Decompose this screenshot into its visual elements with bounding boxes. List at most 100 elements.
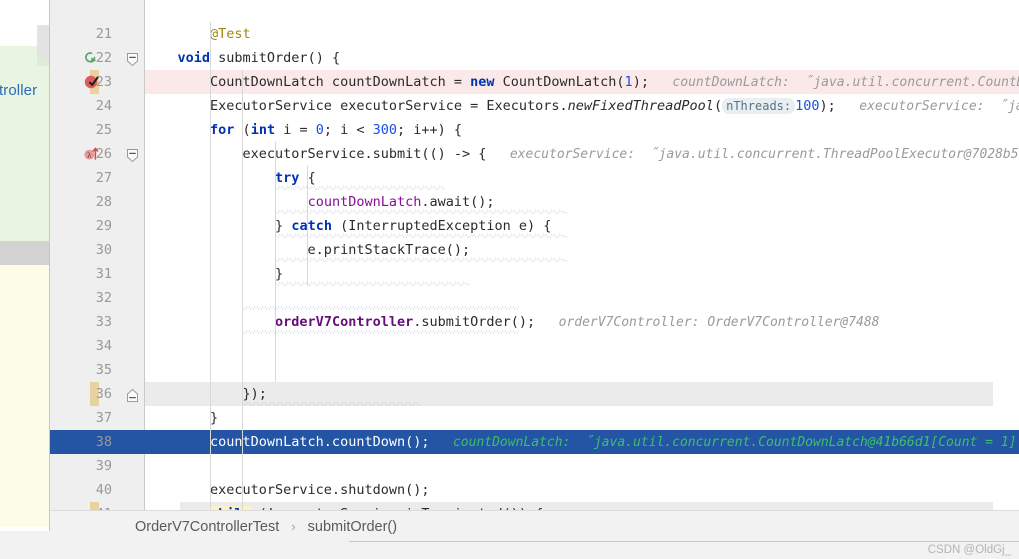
popup-doc-region (0, 265, 50, 527)
popup-selected-row[interactable] (0, 241, 50, 265)
line-number: 25 (50, 118, 112, 142)
inline-debugger-hint: countDownLatch: ˝java.util.concurrent.Co… (429, 435, 1019, 450)
code-line[interactable]: 26λ executorService.submit(() -> { execu… (50, 142, 1019, 166)
code-token: .submitOrder(); (413, 314, 535, 330)
code-line[interactable]: 23 CountDownLatch countDownLatch = new C… (50, 70, 1019, 94)
code-token: ); (820, 98, 836, 114)
code-token: new (470, 74, 494, 90)
fold-collapse-icon[interactable] (125, 50, 140, 65)
line-number: 27 (50, 166, 112, 190)
code-token: .await(); (421, 194, 494, 210)
line-number: 26 (50, 142, 112, 166)
code-token: try (275, 170, 299, 186)
line-number: 41 (50, 502, 112, 510)
line-number: 37 (50, 406, 112, 430)
code-token: 300 (373, 122, 397, 138)
breadcrumb-class[interactable]: OrderV7ControllerTest (135, 519, 279, 535)
code-token: i = (275, 122, 316, 138)
code-token: executorService.submit(() -> { (145, 146, 486, 162)
run-test-icon[interactable] (83, 49, 100, 66)
line-number: 23 (50, 70, 112, 94)
line-number: 24 (50, 94, 112, 118)
line-number: 40 (50, 478, 112, 502)
line-number: 39 (50, 454, 112, 478)
code-token: countDownLatch (308, 194, 422, 210)
code-text: CountDownLatch countDownLatch = new Coun… (145, 70, 1019, 95)
completion-popup-clipped[interactable]: troller (0, 0, 50, 531)
code-line[interactable]: 25 for (int i = 0; i < 300; i++) { (50, 118, 1019, 142)
code-line[interactable]: 33 orderV7Controller.submitOrder(); orde… (50, 310, 1019, 334)
popup-highlight-region (0, 46, 50, 241)
code-line[interactable]: 27 try { (50, 166, 1019, 190)
code-token: countDownLatch.countDown(); (145, 434, 429, 450)
breakpoint-verified-icon[interactable] (83, 73, 100, 90)
code-token: executorService.shutdown(); (145, 482, 429, 498)
code-text: void submitOrder() { (145, 46, 340, 70)
breadcrumb-bar[interactable]: OrderV7ControllerTest › submitOrder() (50, 510, 1019, 544)
code-line[interactable]: 38 countDownLatch.countDown(); countDown… (50, 430, 1019, 454)
indent-guide (210, 22, 211, 510)
code-line[interactable]: 37 } (50, 406, 1019, 430)
code-line[interactable]: 35 (50, 358, 1019, 382)
code-line[interactable]: 21 @Test (50, 22, 1019, 46)
line-number: 32 (50, 286, 112, 310)
code-line[interactable]: 40 executorService.shutdown(); (50, 478, 1019, 502)
line-number: 30 (50, 238, 112, 262)
lambda-breakpoint-icon[interactable]: λ (83, 145, 100, 162)
code-token (145, 194, 308, 210)
line-number: 35 (50, 358, 112, 382)
code-token: ; i++) { (397, 122, 462, 138)
line-number: 34 (50, 334, 112, 358)
code-editor[interactable]: 21 @Test22 void submitOrder() {23 CountD… (50, 0, 1019, 510)
code-line[interactable]: 39 (50, 454, 1019, 478)
fold-collapse-icon[interactable] (125, 146, 140, 161)
line-number: 21 (50, 22, 112, 46)
line-number: 28 (50, 190, 112, 214)
code-token: } (145, 218, 291, 234)
fold-end-icon[interactable] (125, 386, 140, 401)
code-token (145, 26, 210, 42)
code-line[interactable]: 28 countDownLatch.await(); (50, 190, 1019, 214)
inline-debugger-hint: executorService: ˝java. (836, 99, 1019, 114)
code-token: for (210, 122, 234, 138)
popup-item-label: troller (0, 82, 50, 99)
code-text: while (!executorService.isTerminated()) … (145, 502, 543, 510)
idea-editor-window: troller 21 @Test22 void submitOrder() {2… (0, 0, 1019, 559)
svg-text:λ: λ (87, 150, 92, 159)
code-token: 100 (795, 98, 819, 114)
code-token (145, 50, 178, 66)
code-line[interactable]: 31 } (50, 262, 1019, 286)
code-line[interactable]: 24 ExecutorService executorService = Exe… (50, 94, 1019, 118)
inline-debugger-hint: orderV7Controller: OrderV7Controller@748… (535, 315, 879, 330)
code-token: ( (714, 98, 722, 114)
code-token: 1 (625, 74, 633, 90)
code-token: submitOrder() { (210, 50, 340, 66)
line-number: 31 (50, 262, 112, 286)
code-token (145, 122, 210, 138)
code-token: orderV7Controller (275, 314, 413, 330)
code-line[interactable]: 41 while (!executorService.isTerminated(… (50, 502, 1019, 510)
breadcrumb-method[interactable]: submitOrder() (308, 519, 397, 535)
code-line[interactable]: 30 e.printStackTrace(); (50, 238, 1019, 262)
code-token: void (178, 50, 211, 66)
code-line[interactable]: 34 (50, 334, 1019, 358)
code-token: }); (145, 386, 267, 402)
line-number: 38 (50, 430, 112, 454)
code-line[interactable]: 32 (50, 286, 1019, 310)
code-token: 0 (316, 122, 324, 138)
code-token: CountDownLatch countDownLatch = (145, 74, 470, 90)
bottom-strip (0, 542, 1019, 559)
code-text: } (145, 406, 218, 430)
code-line[interactable]: 22 void submitOrder() { (50, 46, 1019, 70)
line-number: 22 (50, 46, 112, 70)
line-number: 33 (50, 310, 112, 334)
code-token: int (251, 122, 275, 138)
code-line[interactable]: 36 }); (50, 382, 1019, 406)
indent-guide (275, 142, 276, 382)
watermark-label: CSDN @OldGj_ (928, 542, 1011, 559)
code-text: for (int i = 0; i < 300; i++) { (145, 118, 462, 142)
inline-debugger-hint: executorService: ˝java.util.concurrent.T… (486, 147, 1019, 162)
code-line[interactable]: 29 } catch (InterruptedException e) { (50, 214, 1019, 238)
code-text: @Test (145, 22, 251, 46)
code-token: } (145, 266, 283, 282)
